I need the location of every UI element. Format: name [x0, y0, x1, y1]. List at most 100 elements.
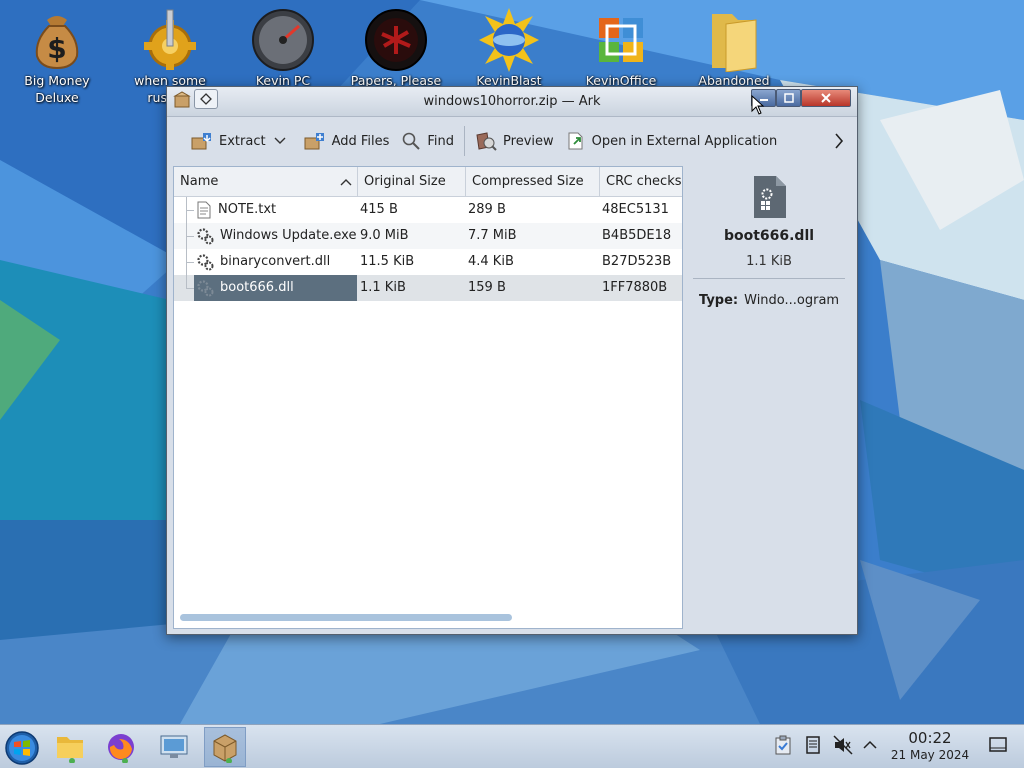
- column-header-compressed-size[interactable]: Compressed Size: [466, 167, 600, 197]
- maximize-button[interactable]: [776, 89, 801, 107]
- text-file-icon: [197, 201, 211, 219]
- clock-time: 00:22: [908, 729, 952, 747]
- add-files-icon: [304, 133, 324, 150]
- taskbar-clock[interactable]: 00:22 21 May 2024: [880, 730, 980, 763]
- close-button[interactable]: [801, 89, 851, 107]
- file-name: binaryconvert.dll: [220, 254, 331, 269]
- column-header-original-size[interactable]: Original Size: [358, 167, 466, 197]
- file-row-binaryconvert[interactable]: binaryconvert.dll 11.5 KiB 4.4 KiB B27D5…: [174, 249, 682, 275]
- desktop-icon-papers-please[interactable]: Papers, Please: [346, 6, 446, 89]
- compressed-size-cell: 159 B: [468, 280, 506, 295]
- desktop-icon-label: Big Money Deluxe: [24, 73, 90, 105]
- file-name: boot666.dll: [220, 280, 294, 295]
- tree-branch: [186, 210, 194, 211]
- add-files-button[interactable]: Add Files: [298, 125, 396, 157]
- column-header-original-size-label: Original Size: [364, 174, 446, 189]
- clipboard-tray-icon[interactable]: [774, 735, 792, 755]
- preview-icon: [476, 132, 497, 151]
- executable-gears-icon: [197, 228, 214, 245]
- search-icon: [403, 132, 421, 150]
- find-button[interactable]: Find: [395, 125, 460, 157]
- info-file-name: boot666.dll: [723, 228, 815, 244]
- show-desktop-icon[interactable]: [988, 735, 1008, 755]
- storage-tray-icon[interactable]: [805, 735, 821, 755]
- column-header-name-label: Name: [180, 174, 219, 189]
- file-row-boot666[interactable]: boot666.dll 1.1 KiB 159 B 1FF7880B: [174, 275, 682, 301]
- info-type-label: Type:: [699, 293, 739, 308]
- archive-file-list[interactable]: Name Original Size Compressed Size CRC c…: [173, 166, 683, 629]
- taskbar-firefox[interactable]: [100, 727, 142, 767]
- original-size-cell: 415 B: [360, 202, 398, 217]
- chevron-up-icon[interactable]: [862, 735, 878, 755]
- file-list-header: Name Original Size Compressed Size CRC c…: [174, 167, 682, 197]
- chevron-down-icon: [274, 137, 286, 144]
- file-name-cell: binaryconvert.dll: [194, 249, 357, 275]
- info-type-value: Windo...ogram: [744, 293, 840, 308]
- taskbar-file-manager[interactable]: [49, 727, 91, 767]
- crc-cell: 48EC5131: [602, 202, 669, 217]
- column-header-crc[interactable]: CRC checksu: [600, 167, 682, 197]
- file-name-cell: NOTE.txt: [194, 197, 357, 223]
- horizontal-scrollbar[interactable]: [178, 614, 678, 622]
- volume-muted-icon[interactable]: [833, 735, 853, 755]
- file-row-windows-update[interactable]: Windows Update.exe 9.0 MiB 7.7 MiB B4B5D…: [174, 223, 682, 249]
- find-label: Find: [427, 133, 455, 149]
- executable-gears-icon: [197, 254, 214, 271]
- extract-button[interactable]: Extract: [185, 125, 272, 157]
- papers-please-icon: [365, 9, 427, 71]
- file-list-rows: NOTE.txt 415 B 289 B 48EC5131 Windows Up…: [174, 197, 682, 301]
- file-name-cell: boot666.dll: [194, 275, 357, 301]
- file-name: NOTE.txt: [218, 202, 277, 217]
- compressed-size-cell: 289 B: [468, 202, 506, 217]
- chevron-right-icon: [835, 133, 844, 149]
- tree-line: [186, 275, 187, 288]
- clock-date: 21 May 2024: [890, 748, 970, 762]
- file-row-note[interactable]: NOTE.txt 415 B 289 B 48EC5131: [174, 197, 682, 223]
- compressed-size-cell: 7.7 MiB: [468, 228, 517, 243]
- extract-label: Extract: [219, 133, 266, 149]
- original-size-cell: 1.1 KiB: [360, 280, 406, 295]
- tree-branch: [186, 262, 194, 263]
- compressed-size-cell: 4.4 KiB: [468, 254, 514, 269]
- toolbar-overflow-button[interactable]: [829, 126, 849, 156]
- folder-icon: [712, 14, 757, 72]
- crc-cell: B27D523B: [602, 254, 672, 269]
- desktop-icon-big-money[interactable]: $ Big Money Deluxe: [7, 6, 107, 106]
- folder-icon: [57, 737, 83, 763]
- close-icon: [821, 93, 831, 103]
- preview-button[interactable]: Preview: [469, 125, 560, 157]
- mouse-cursor-icon: [751, 95, 765, 115]
- file-name-cell: Windows Update.exe: [194, 223, 357, 249]
- tree-branch: [186, 288, 194, 289]
- horizontal-scrollbar-thumb[interactable]: [180, 614, 512, 621]
- monitor-settings-icon: [160, 735, 188, 758]
- info-type: Type: Windo...ogram: [699, 293, 839, 308]
- column-header-compressed-size-label: Compressed Size: [472, 174, 584, 189]
- original-size-cell: 9.0 MiB: [360, 228, 409, 243]
- extract-dropdown-button[interactable]: [272, 125, 288, 157]
- firefox-icon: [108, 734, 134, 763]
- crc-cell: B4B5DE18: [602, 228, 672, 243]
- money-bag-icon: $: [35, 16, 79, 70]
- gear-lever-icon: [144, 9, 196, 70]
- speedometer-icon: [252, 9, 314, 71]
- ark-window: windows10horror.zip — Ark Extract Add Fi…: [166, 86, 858, 635]
- crc-cell: 1FF7880B: [602, 280, 668, 295]
- svg-text:$: $: [47, 32, 66, 65]
- open-external-button[interactable]: Open in External Application: [560, 125, 784, 157]
- taskbar-system-settings[interactable]: [153, 727, 195, 767]
- desktop-icon-kevinblast[interactable]: KevinBlast: [459, 6, 559, 89]
- executable-file-icon: [754, 176, 786, 218]
- file-name: Windows Update.exe: [220, 228, 357, 243]
- column-header-name[interactable]: Name: [174, 167, 358, 197]
- start-button[interactable]: [3, 729, 41, 767]
- info-file-size: 1.1 KiB: [746, 254, 792, 269]
- tree-branch: [186, 236, 194, 237]
- original-size-cell: 11.5 KiB: [360, 254, 415, 269]
- add-files-label: Add Files: [331, 133, 390, 149]
- archive-box-icon: [213, 734, 237, 763]
- taskbar: 00:22 21 May 2024: [0, 724, 1024, 768]
- taskbar-ark[interactable]: [204, 727, 246, 767]
- info-panel: boot666.dll 1.1 KiB Type: Windo...ogram: [685, 166, 853, 629]
- executable-gears-icon: [197, 280, 214, 297]
